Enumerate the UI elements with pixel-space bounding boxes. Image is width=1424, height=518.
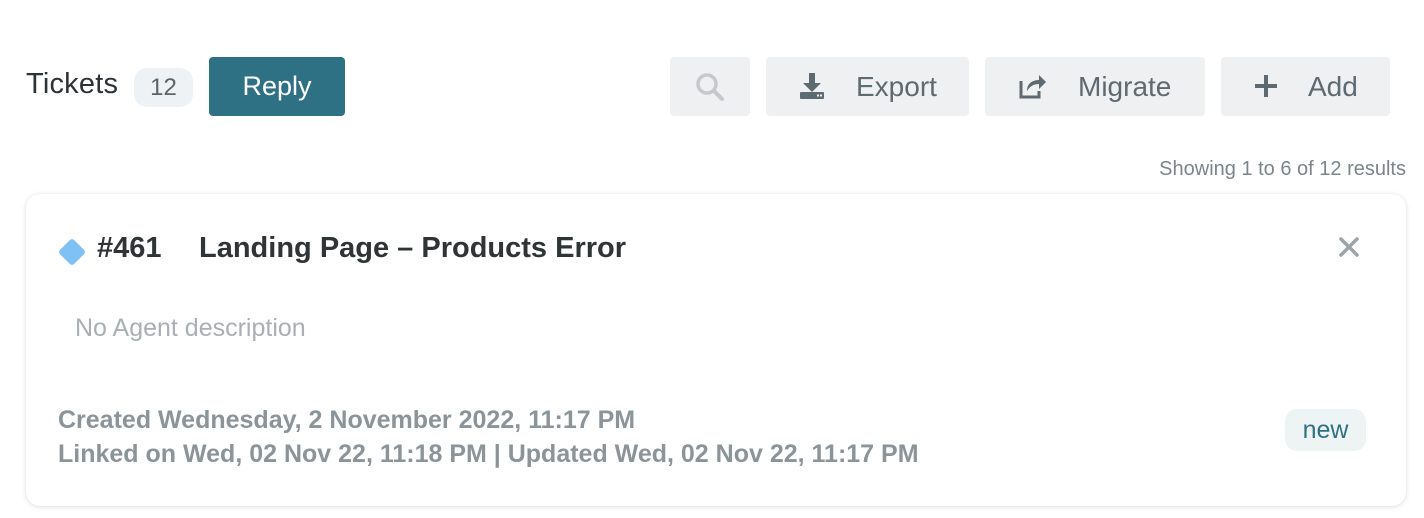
export-label: Export bbox=[856, 71, 937, 102]
plus-icon bbox=[1253, 71, 1279, 101]
export-button[interactable]: Export bbox=[766, 57, 969, 116]
ticket-count-badge: 12 bbox=[134, 68, 193, 107]
close-icon[interactable] bbox=[1334, 232, 1364, 262]
results-summary: Showing 1 to 6 of 12 results bbox=[1159, 158, 1406, 180]
status-badge: new bbox=[1285, 409, 1366, 451]
ticket-created: Created Wednesday, 2 November 2022, 11:1… bbox=[58, 406, 636, 434]
ticket-linked-updated: Linked on Wed, 02 Nov 22, 11:18 PM | Upd… bbox=[58, 440, 919, 468]
page-title: Tickets bbox=[26, 68, 119, 100]
ticket-description: No Agent description bbox=[75, 314, 306, 342]
search-button[interactable] bbox=[670, 57, 750, 116]
add-button[interactable]: Add bbox=[1221, 57, 1390, 116]
ticket-card[interactable]: #461 Landing Page – Products Error No Ag… bbox=[26, 194, 1406, 506]
reply-button[interactable]: Reply bbox=[209, 57, 345, 116]
add-label: Add bbox=[1308, 71, 1358, 102]
search-icon bbox=[695, 72, 725, 102]
migrate-label: Migrate bbox=[1078, 71, 1172, 102]
migrate-button[interactable]: Migrate bbox=[985, 57, 1205, 116]
share-icon bbox=[1017, 71, 1047, 101]
ticket-title[interactable]: Landing Page – Products Error bbox=[199, 232, 626, 265]
toolbar: Tickets 12 Reply Export Migrate Add bbox=[0, 0, 1424, 140]
download-icon bbox=[798, 71, 826, 101]
ticket-id: #461 bbox=[97, 232, 162, 264]
diamond-icon bbox=[57, 237, 87, 267]
